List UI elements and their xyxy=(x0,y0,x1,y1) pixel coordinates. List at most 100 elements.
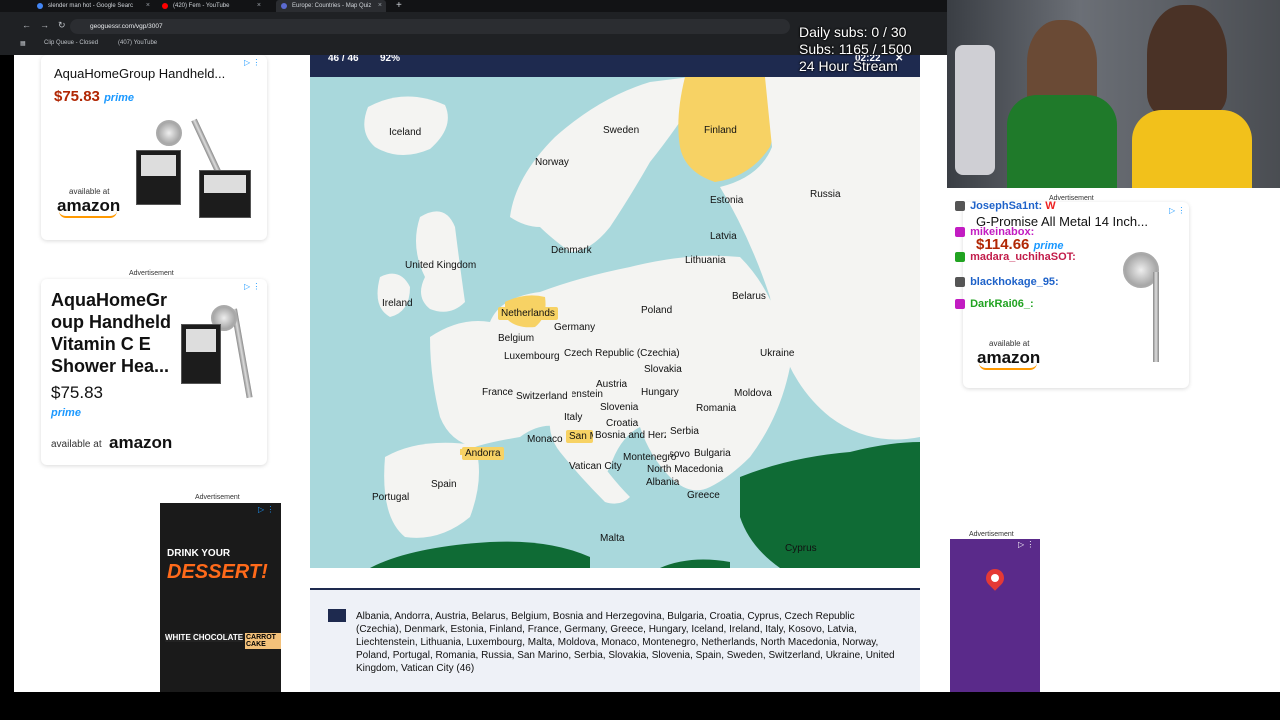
stream-overlay: Daily subs: 0 / 30 Subs: 1165 / 1500 24 … xyxy=(799,24,912,75)
ad-card-shower[interactable]: AquaHomeGroup Handheld... ▷ ⋮ $75.83 pri… xyxy=(41,55,267,240)
map-pin-dot xyxy=(991,574,999,582)
country-label[interactable]: Finland xyxy=(704,125,737,136)
country-label[interactable]: Poland xyxy=(641,305,672,316)
country-label[interactable]: Serbia xyxy=(670,426,699,437)
country-label[interactable]: Belgium xyxy=(498,333,534,344)
verified-badge-icon xyxy=(955,252,965,263)
ad-card-map-pin[interactable]: ▷ ⋮ xyxy=(950,539,1040,692)
country-label[interactable]: Switzerland xyxy=(516,391,568,402)
close-icon[interactable]: × xyxy=(146,0,150,12)
youtube-icon xyxy=(162,3,168,9)
new-tab-button[interactable]: + xyxy=(396,0,402,11)
country-label[interactable]: Romania xyxy=(696,403,736,414)
country-label[interactable]: North Macedonia xyxy=(647,464,723,475)
country-label[interactable]: Russia xyxy=(810,189,841,200)
country-label[interactable]: Czech Republic (Czechia) xyxy=(564,348,680,359)
tab-google-search[interactable]: slender man hot - Google Searc × xyxy=(32,0,154,12)
ad-badge-white-chocolate: WHITE CHOCOLATE xyxy=(165,633,244,642)
chat-username[interactable]: DarkRai06_: xyxy=(970,298,1034,310)
country-label[interactable]: Bulgaria xyxy=(694,448,731,459)
answers-list: Albania, Andorra, Austria, Belarus, Belg… xyxy=(356,611,895,674)
country-label[interactable]: Norway xyxy=(535,157,569,168)
country-label[interactable]: Lithuania xyxy=(685,255,726,266)
moderator-badge-icon xyxy=(955,201,965,212)
subscriber-badge-icon xyxy=(955,299,965,310)
country-label-highlighted[interactable]: Netherlands xyxy=(498,307,558,320)
country-label-highlighted[interactable]: Andorra xyxy=(462,447,504,460)
country-label-highlighted[interactable]: San Marino xyxy=(566,430,593,443)
answers-panel: Albania, Andorra, Austria, Belarus, Belg… xyxy=(310,588,920,692)
country-label[interactable]: Denmark xyxy=(551,245,592,256)
country-label[interactable]: Albania xyxy=(646,477,679,488)
ad-card-dessert[interactable]: ▷ ⋮ DRINK YOUR DESSERT! WHITE CHOCOLATE … xyxy=(160,503,281,692)
adchoices-icon[interactable]: ▷ ⋮ xyxy=(244,58,260,67)
apps-icon[interactable]: ▦ xyxy=(20,40,26,47)
adchoices-icon[interactable]: ▷ ⋮ xyxy=(244,282,260,291)
country-label[interactable]: Moldova xyxy=(734,388,772,399)
jersey-yellow xyxy=(1132,110,1252,188)
country-label[interactable]: Sweden xyxy=(603,125,639,136)
product-image xyxy=(181,299,267,429)
country-label[interactable]: Estonia xyxy=(710,195,743,206)
forward-icon[interactable]: → xyxy=(40,20,49,30)
tab-youtube[interactable]: (420) Fem - YouTube × xyxy=(157,0,265,12)
stream-chat: Advertisement ▷ ⋮ G-Promise All Metal 14… xyxy=(947,188,1280,692)
available-at-text: available at xyxy=(51,439,102,450)
bookmark-label: Clip Queue - Closed xyxy=(44,40,99,46)
bookmark-youtube[interactable]: (407) YouTube xyxy=(118,40,157,46)
back-icon[interactable]: ← xyxy=(22,20,31,30)
prime-logo: prime xyxy=(51,407,81,419)
country-label[interactable]: Portugal xyxy=(372,492,409,503)
country-label[interactable]: Kosovo xyxy=(670,449,690,460)
close-icon[interactable]: × xyxy=(257,0,261,12)
country-label[interactable]: Hungary xyxy=(641,387,679,398)
reload-icon[interactable]: ↻ xyxy=(58,20,66,31)
flag-icon xyxy=(328,609,346,622)
adchoices-icon[interactable]: ▷ ⋮ xyxy=(258,505,274,514)
country-label[interactable]: Liechtenstein xyxy=(572,389,603,400)
ad-title: AquaHomeGroup Handheld... xyxy=(54,66,226,81)
country-label[interactable]: United Kingdom xyxy=(405,260,476,271)
url-bar[interactable]: geoguessr.com/vgp/3007 xyxy=(70,19,790,34)
country-label[interactable]: Malta xyxy=(600,533,624,544)
ad-card-shower-2[interactable]: ▷ ⋮ AquaHomeGr oup Handheld Vitamin C E … xyxy=(41,279,267,465)
country-label[interactable]: Cyprus xyxy=(785,543,817,554)
chat-username[interactable]: madara_uchihaSOT: xyxy=(970,251,1076,263)
chat-username[interactable]: JosephSa1nt: xyxy=(970,200,1042,212)
country-label[interactable]: Monaco xyxy=(527,434,563,445)
quiz-score: 46 / 46 xyxy=(328,55,359,64)
adchoices-icon[interactable]: ▷ ⋮ xyxy=(1018,540,1034,549)
country-label[interactable]: Iceland xyxy=(389,127,421,138)
country-label[interactable]: Luxembourg xyxy=(504,351,560,362)
chat-username[interactable]: blackhokage_95: xyxy=(970,276,1059,288)
close-icon[interactable]: × xyxy=(378,0,382,12)
product-image xyxy=(131,110,261,225)
europe-map[interactable]: Iceland Sweden Finland Norway Russia Est… xyxy=(310,77,920,568)
jersey-green xyxy=(1007,95,1117,188)
country-label[interactable]: France xyxy=(482,387,513,398)
country-label[interactable]: Slovakia xyxy=(644,364,682,375)
country-label[interactable]: Bosnia and Herzegovina xyxy=(595,430,666,441)
adchoices-icon[interactable]: ▷ ⋮ xyxy=(1169,206,1185,215)
subs-counter: Subs: 1165 / 1500 xyxy=(799,41,912,57)
country-label[interactable]: Slovenia xyxy=(600,402,638,413)
chat-username[interactable]: mikeinabox: xyxy=(970,226,1034,238)
country-label[interactable]: Spain xyxy=(431,479,457,490)
country-label[interactable]: Vatican City xyxy=(569,461,622,472)
country-label[interactable]: Latvia xyxy=(710,231,737,242)
bookmark-clip-queue[interactable]: Clip Queue - Closed xyxy=(44,40,98,46)
country-label[interactable]: Ukraine xyxy=(760,348,794,359)
land-turkey xyxy=(740,442,920,568)
land-north-africa xyxy=(370,541,590,568)
chat-message: mikeinabox: xyxy=(955,226,1034,238)
country-label[interactable]: Croatia xyxy=(606,418,638,429)
country-label[interactable]: Belarus xyxy=(732,291,766,302)
chat-message: JosephSa1nt: W xyxy=(955,200,1056,212)
country-label[interactable]: Ireland xyxy=(382,298,413,309)
country-label[interactable]: Germany xyxy=(554,322,595,333)
country-label[interactable]: Italy xyxy=(564,412,582,423)
country-label[interactable]: Greece xyxy=(687,490,720,501)
country-label[interactable]: Montenegro xyxy=(623,452,676,463)
land-iceland xyxy=(364,96,448,156)
tab-map-quiz[interactable]: Europe: Countries - Map Quiz × xyxy=(276,0,386,12)
